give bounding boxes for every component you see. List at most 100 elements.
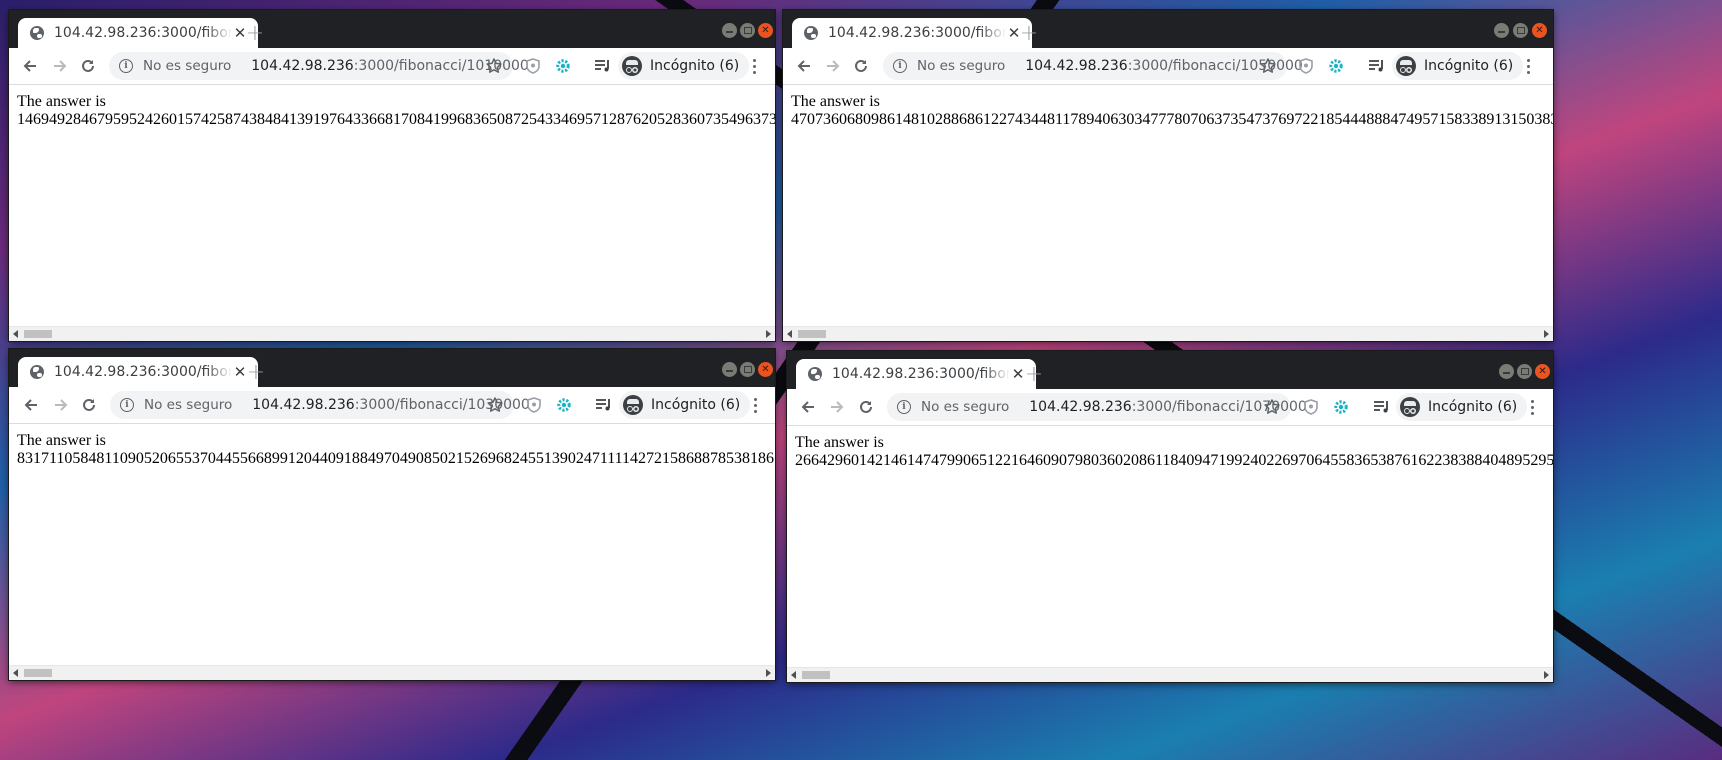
playlist-icon[interactable] [594,395,614,415]
scroll-thumb[interactable] [798,330,826,338]
arrow-right-icon[interactable] [821,54,845,78]
kebab-icon[interactable] [1520,54,1536,78]
incognito-indicator[interactable]: Incógnito (6) [618,52,750,80]
horizontal-scrollbar[interactable] [787,667,1553,682]
reload-icon[interactable] [76,54,100,78]
star-icon[interactable] [1259,57,1277,75]
scroll-right-icon[interactable] [1544,671,1549,679]
scroll-left-icon[interactable] [13,330,18,338]
maximize-button[interactable] [1517,364,1532,379]
plus-icon[interactable]: + [1017,21,1041,46]
kebab-icon[interactable] [1524,395,1540,419]
incognito-indicator[interactable]: Incógnito (6) [619,391,751,419]
arrow-left-icon[interactable] [792,54,816,78]
info-icon[interactable]: i [893,59,907,73]
reload-icon[interactable] [854,395,878,419]
arrow-left-icon[interactable] [18,54,42,78]
scroll-left-icon[interactable] [13,669,18,677]
arrow-right-icon[interactable] [49,393,73,417]
address-bar[interactable]: i No es seguro 104.42.98.236:3000/fibona… [887,393,1307,421]
kebab-icon[interactable] [746,54,762,78]
star-icon[interactable] [486,396,504,414]
reload-icon[interactable] [77,393,101,417]
page-content: The answer is 14694928467959524260157425… [9,85,775,327]
toolbar: i No es seguro 104.42.98.236:3000/fibona… [787,389,1553,426]
scroll-right-icon[interactable] [766,669,771,677]
gear-icon[interactable] [1331,397,1351,417]
arrow-left-icon[interactable] [19,393,43,417]
window-close-button[interactable]: ✕ [758,23,773,38]
minimize-button[interactable] [1494,23,1509,38]
scroll-thumb[interactable] [802,671,830,679]
gear-icon[interactable] [553,56,573,76]
incognito-label: Incógnito (6) [1424,58,1514,74]
window-close-button[interactable]: ✕ [758,362,773,377]
horizontal-scrollbar[interactable] [9,326,775,341]
gear-icon[interactable] [1326,56,1346,76]
browser-tab[interactable]: 104.42.98.236:3000/fibonacci/1050000 ✕ [792,18,1032,48]
plus-icon[interactable]: + [243,21,267,46]
star-icon[interactable] [1263,398,1281,416]
shield-icon[interactable] [523,56,543,76]
kebab-icon[interactable] [747,393,763,417]
arrow-right-icon[interactable] [48,54,72,78]
title-bar[interactable]: 104.42.98.236:3000/fibonacci/1050000 ✕ +… [783,10,1553,48]
url-host: 104.42.98.236 [1025,58,1128,74]
scroll-thumb[interactable] [24,330,52,338]
title-bar[interactable]: 104.42.98.236:3000/fibonacci/1030000 ✕ +… [9,349,775,387]
shield-icon[interactable] [1296,56,1316,76]
tab-title: 104.42.98.236:3000/fibonacci/1010000 [54,25,232,41]
globe-icon [30,26,44,40]
tab-title: 104.42.98.236:3000/fibonacci/1030000 [54,364,232,380]
incognito-icon [1400,397,1420,417]
shield-icon[interactable] [1301,397,1321,417]
browser-tab[interactable]: 104.42.98.236:3000/fibonacci/1010000 ✕ [18,18,258,48]
maximize-button[interactable] [740,362,755,377]
plus-icon[interactable]: + [1022,362,1046,387]
playlist-icon[interactable] [1372,397,1392,417]
minimize-button[interactable] [1499,364,1514,379]
answer-value: 8317110584811090520655370445566899120440… [17,450,775,467]
window-close-button[interactable]: ✕ [1532,23,1547,38]
horizontal-scrollbar[interactable] [9,665,775,680]
incognito-indicator[interactable]: Incógnito (6) [1392,52,1524,80]
arrow-right-icon[interactable] [825,395,849,419]
scroll-right-icon[interactable] [766,330,771,338]
url-host: 104.42.98.236 [1029,399,1132,415]
maximize-button[interactable] [740,23,755,38]
incognito-indicator[interactable]: Incógnito (6) [1396,393,1528,421]
horizontal-scrollbar[interactable] [783,326,1553,341]
scroll-thumb[interactable] [24,669,52,677]
browser-tab[interactable]: 104.42.98.236:3000/fibonacci/1030000 ✕ [18,357,258,387]
incognito-icon [1396,56,1416,76]
address-bar[interactable]: i No es seguro 104.42.98.236:3000/fibona… [109,52,529,80]
arrow-left-icon[interactable] [796,395,820,419]
scroll-left-icon[interactable] [791,671,796,679]
globe-icon [30,365,44,379]
minimize-button[interactable] [722,23,737,38]
info-icon[interactable]: i [897,400,911,414]
playlist-icon[interactable] [1367,56,1387,76]
shield-icon[interactable] [524,395,544,415]
plus-icon[interactable]: + [244,360,268,385]
window-close-button[interactable]: ✕ [1535,364,1550,379]
star-icon[interactable] [485,57,503,75]
minimize-button[interactable] [722,362,737,377]
scroll-left-icon[interactable] [787,330,792,338]
security-label: No es seguro [921,399,1010,415]
reload-icon[interactable] [849,54,873,78]
address-bar[interactable]: i No es seguro 104.42.98.236:3000/fibona… [883,52,1303,80]
browser-tab[interactable]: 104.42.98.236:3000/fibonacci/1070000 ✕ [796,359,1036,389]
title-bar[interactable]: 104.42.98.236:3000/fibonacci/1070000 ✕ +… [787,351,1553,389]
maximize-button[interactable] [1513,23,1528,38]
info-icon[interactable]: i [120,398,134,412]
info-icon[interactable]: i [119,59,133,73]
page-content: The answer is 47073606809861481028868612… [783,85,1553,327]
gear-icon[interactable] [554,395,574,415]
address-bar[interactable]: i No es seguro 104.42.98.236:3000/fibona… [110,391,530,419]
answer-value: 4707360680986148102886861227434481178940… [791,111,1553,128]
scroll-right-icon[interactable] [1544,330,1549,338]
title-bar[interactable]: 104.42.98.236:3000/fibonacci/1010000 ✕ +… [9,10,775,48]
playlist-icon[interactable] [593,56,613,76]
toolbar: i No es seguro 104.42.98.236:3000/fibona… [783,48,1553,85]
